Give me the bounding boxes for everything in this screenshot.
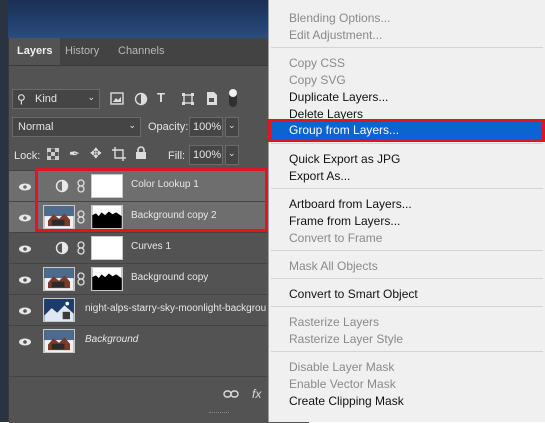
search-icon: ⚲ xyxy=(17,92,26,106)
layer-row[interactable]: Curves 1 xyxy=(9,232,309,264)
resize-grip[interactable] xyxy=(209,412,229,416)
blend-mode-value: Normal xyxy=(18,121,54,133)
menu-item-copy-css[interactable]: Copy CSS xyxy=(289,55,345,71)
filter-kind-label: Kind xyxy=(35,93,58,105)
fill-input[interactable]: 100% xyxy=(189,145,223,165)
layer-row[interactable]: Background xyxy=(9,325,309,357)
menu-item-blending-options[interactable]: Blending Options... xyxy=(289,10,390,26)
fill-label: Fill: xyxy=(168,150,186,162)
menu-separator xyxy=(271,143,543,144)
panel-footer: fx xyxy=(9,376,309,423)
opacity-value: 100% xyxy=(193,121,222,133)
lock-icon[interactable] xyxy=(135,146,147,160)
blend-mode-select[interactable]: Normal ⌄ xyxy=(12,117,141,137)
menu-separator xyxy=(271,250,543,251)
layer-name: Background xyxy=(85,334,139,345)
lock-transparent-pixels-icon[interactable] xyxy=(47,148,59,160)
menu-item-enable-vector-mask[interactable]: Enable Vector Mask xyxy=(289,376,396,392)
menu-item-edit-adjustment[interactable]: Edit Adjustment... xyxy=(289,27,382,43)
brush-icon[interactable]: ✒ xyxy=(69,147,80,161)
menu-separator xyxy=(271,188,543,189)
shape-filter-icon[interactable] xyxy=(181,92,195,106)
canvas-edge xyxy=(0,0,8,422)
filter-kind-select[interactable]: ⚲ Kind ⌄ xyxy=(12,89,100,109)
menu-item-convert-to-smart-object[interactable]: Convert to Smart Object xyxy=(289,286,418,302)
artboard-lock-icon[interactable] xyxy=(112,147,126,161)
smart-object-thumbnail[interactable] xyxy=(43,298,75,322)
opacity-dropdown-button[interactable]: ⌄ xyxy=(225,117,239,137)
menu-item-disable-layer-mask[interactable]: Disable Layer Mask xyxy=(289,359,394,375)
type-filter-icon[interactable]: T xyxy=(157,91,165,105)
tab-channels[interactable]: Channels xyxy=(110,38,172,65)
menu-item-mask-all-objects[interactable]: Mask All Objects xyxy=(289,258,378,274)
layer-row[interactable]: Background copy xyxy=(9,263,309,295)
menu-item-convert-to-frame[interactable]: Convert to Frame xyxy=(289,230,382,246)
layer-name: Background copy xyxy=(131,272,209,283)
lock-label: Lock: xyxy=(14,150,41,162)
visibility-eye-icon[interactable] xyxy=(18,211,32,225)
layer-mask-thumbnail[interactable] xyxy=(91,267,123,291)
move-icon[interactable]: ✥ xyxy=(90,146,102,160)
link-icon[interactable] xyxy=(223,389,239,399)
layer-name: night-alps-starry-sky-moonlight-backgrou xyxy=(85,303,267,314)
menu-item-frame-from-layers[interactable]: Frame from Layers... xyxy=(289,213,400,229)
chain-link-icon[interactable] xyxy=(76,241,86,255)
layer-name: Curves 1 xyxy=(131,241,172,252)
menu-item-duplicate-layers[interactable]: Duplicate Layers... xyxy=(289,89,388,105)
visibility-eye-icon[interactable] xyxy=(18,180,32,194)
menu-item-rasterize-layer-style[interactable]: Rasterize Layer Style xyxy=(289,331,403,347)
chevron-down-icon: ⌄ xyxy=(87,92,95,102)
menu-item-rasterize-layers[interactable]: Rasterize Layers xyxy=(289,314,379,330)
opacity-input[interactable]: 100% xyxy=(189,117,223,137)
menu-separator xyxy=(271,47,543,48)
pixel-filter-icon[interactable] xyxy=(110,92,124,105)
visibility-eye-icon[interactable] xyxy=(18,304,32,318)
curves-adjustment-icon xyxy=(55,241,69,255)
menu-item-create-clipping-mask[interactable]: Create Clipping Mask xyxy=(289,393,404,409)
menu-item-copy-svg[interactable]: Copy SVG xyxy=(289,72,346,88)
annotation-menu-highlight-box xyxy=(268,119,545,142)
opacity-label: Opacity: xyxy=(148,121,189,133)
tab-layers[interactable]: Layers xyxy=(9,38,61,65)
fx-icon[interactable]: fx xyxy=(252,387,261,401)
menu-separator xyxy=(271,351,543,352)
panel-tabs: Layers History Channels xyxy=(9,38,309,66)
adjustment-filter-icon[interactable] xyxy=(134,92,148,106)
layer-thumbnail[interactable] xyxy=(43,267,75,291)
filter-toggle[interactable] xyxy=(229,89,237,107)
layer-thumbnail[interactable] xyxy=(43,329,75,353)
layer-mask-thumbnail[interactable] xyxy=(91,236,123,260)
chevron-down-icon: ⌄ xyxy=(228,148,236,158)
fill-value: 100% xyxy=(193,149,222,161)
smart-object-filter-icon[interactable] xyxy=(206,91,218,106)
menu-item-quick-export-jpg[interactable]: Quick Export as JPG xyxy=(289,151,400,167)
menu-separator xyxy=(271,306,543,307)
menu-item-artboard-from-layers[interactable]: Artboard from Layers... xyxy=(289,196,412,212)
visibility-eye-icon[interactable] xyxy=(18,242,32,256)
tab-history[interactable]: History xyxy=(57,38,107,65)
visibility-eye-icon[interactable] xyxy=(18,273,32,287)
annotation-highlight-box xyxy=(35,168,268,232)
fill-dropdown-button[interactable]: ⌄ xyxy=(225,145,239,165)
layer-row[interactable]: night-alps-starry-sky-moonlight-backgrou xyxy=(9,294,309,326)
context-menu: Blending Options... Edit Adjustment... C… xyxy=(268,0,545,422)
toggle-knob xyxy=(229,89,237,97)
menu-separator xyxy=(271,278,543,279)
menu-item-export-as[interactable]: Export As... xyxy=(289,168,350,184)
chain-link-icon[interactable] xyxy=(76,272,86,286)
chevron-down-icon: ⌄ xyxy=(128,120,136,130)
chevron-down-icon: ⌄ xyxy=(228,120,236,130)
visibility-eye-icon[interactable] xyxy=(18,335,32,349)
